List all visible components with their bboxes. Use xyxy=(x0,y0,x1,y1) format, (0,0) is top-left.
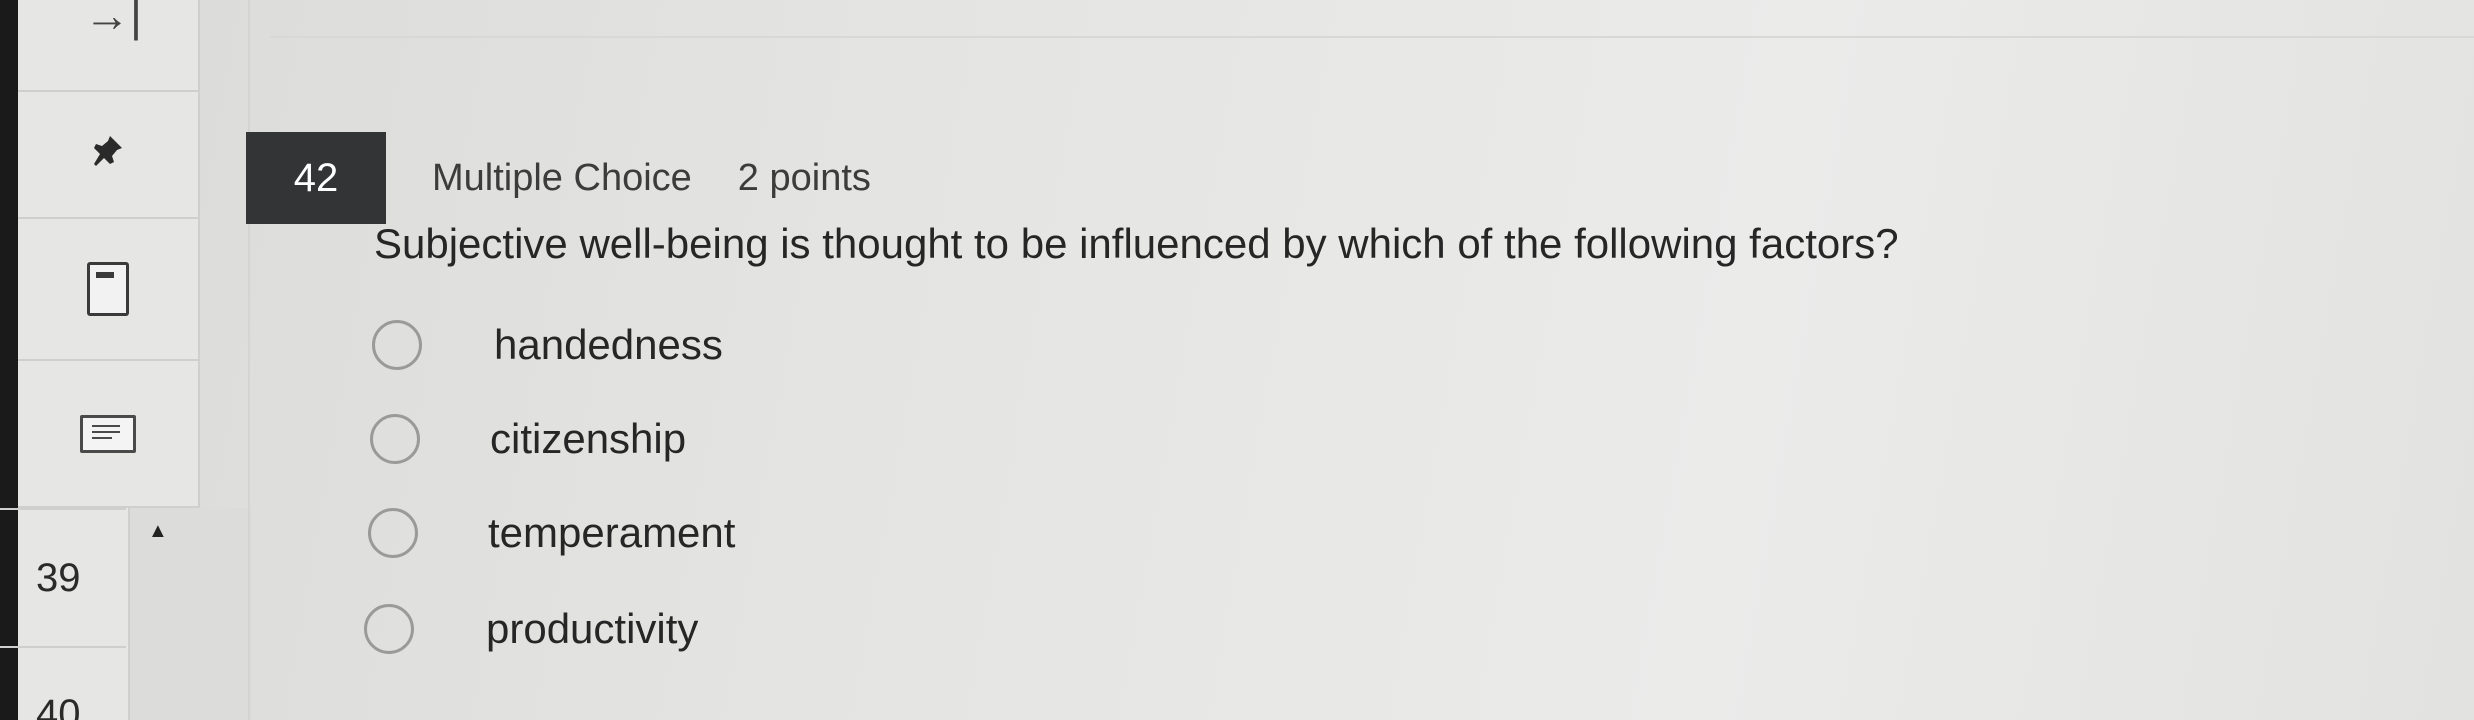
expand-button[interactable]: →| xyxy=(18,0,198,92)
option-label: citizenship xyxy=(490,415,687,462)
answer-option-handedness[interactable]: handedness xyxy=(372,320,723,370)
notes-icon xyxy=(80,414,136,453)
question-number-badge: 42 xyxy=(246,132,386,224)
calculator-button[interactable] xyxy=(18,219,198,361)
nav-item-39[interactable]: 39 xyxy=(0,508,126,648)
question-header: 42 Multiple Choice 2 points xyxy=(246,132,871,224)
content-top-border xyxy=(270,36,2474,38)
answer-option-citizenship[interactable]: citizenship xyxy=(370,414,686,464)
radio-button[interactable] xyxy=(364,604,414,654)
calculator-icon xyxy=(87,262,129,316)
notes-button[interactable] xyxy=(18,361,198,508)
question-prompt: Subjective well-being is thought to be i… xyxy=(374,220,1899,267)
answer-option-productivity[interactable]: productivity xyxy=(364,604,698,654)
content-divider xyxy=(248,0,250,720)
question-navigator: ▲ 39 40 xyxy=(0,508,252,720)
radio-button[interactable] xyxy=(370,414,420,464)
option-label: temperament xyxy=(488,509,736,556)
question-points: 2 points xyxy=(737,156,871,199)
scroll-up-icon[interactable]: ▲ xyxy=(148,520,168,543)
option-label: productivity xyxy=(486,605,699,652)
answer-option-temperament[interactable]: temperament xyxy=(368,508,735,558)
pin-icon xyxy=(88,130,128,179)
option-label: handedness xyxy=(494,321,723,368)
nav-item-number: 39 xyxy=(36,555,81,600)
pin-button[interactable] xyxy=(18,92,198,219)
nav-item-number: 40 xyxy=(36,692,81,720)
expand-arrow-icon: →| xyxy=(84,0,142,41)
exam-screen: →| ▲ 39 40 42 Multiple Choice 2 points S… xyxy=(0,0,2474,720)
nav-item-40[interactable]: 40 xyxy=(0,650,126,720)
navigator-scrollbar[interactable]: ▲ xyxy=(128,508,252,720)
radio-button[interactable] xyxy=(368,508,418,558)
radio-button[interactable] xyxy=(372,320,422,370)
question-type: Multiple Choice xyxy=(432,156,692,199)
